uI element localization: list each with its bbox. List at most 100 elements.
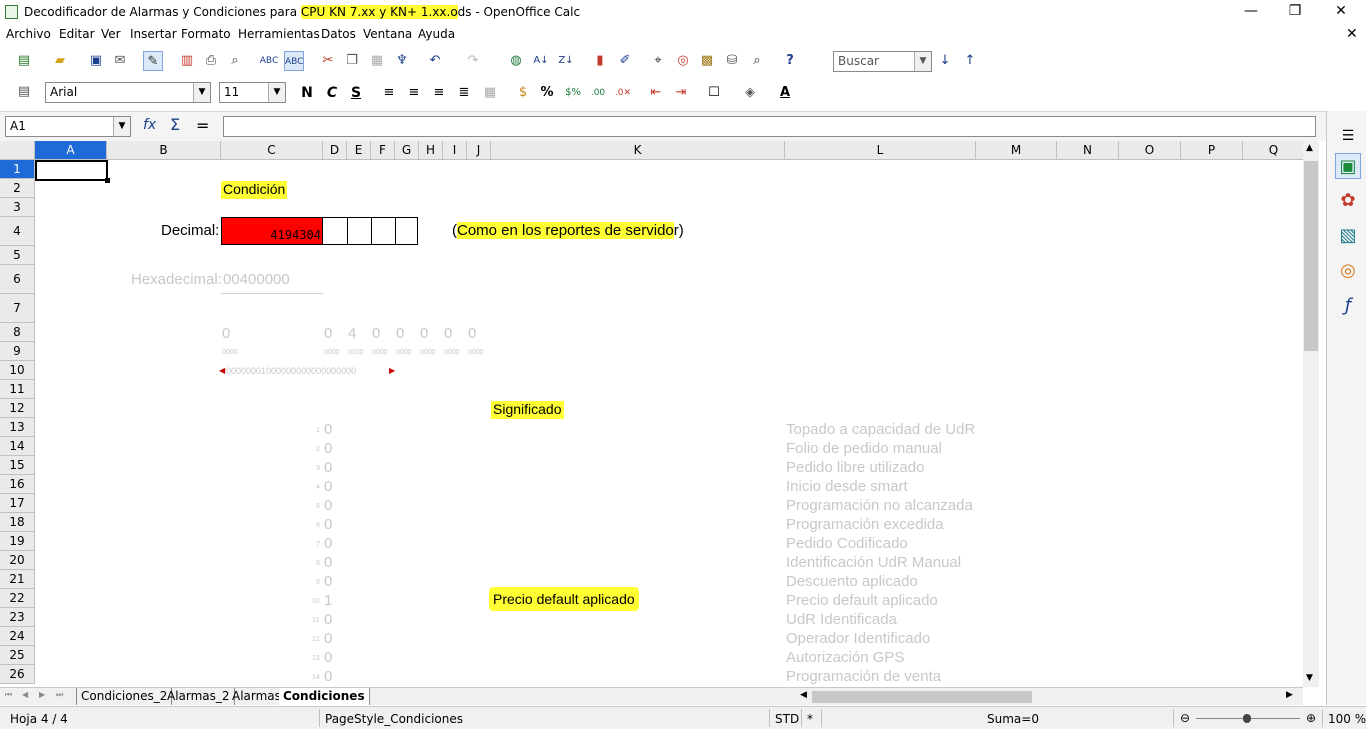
horizontal-scroll-thumb[interactable]	[812, 691, 1032, 703]
vertical-scroll-thumb[interactable]	[1304, 161, 1318, 351]
scroll-down-icon[interactable]: ▼	[1306, 673, 1313, 683]
chevron-down-icon[interactable]: ▼	[914, 52, 931, 71]
scroll-left-icon[interactable]: ◀	[800, 690, 807, 700]
menu-archivo[interactable]: Archivo	[6, 27, 51, 41]
font-size-combo[interactable]: 11 ▼	[219, 82, 286, 103]
decrease-indent-icon[interactable]: ⇤	[646, 83, 666, 103]
properties-icon[interactable]: ▣	[1335, 153, 1361, 179]
open-folder-icon[interactable]: ▰	[50, 51, 70, 71]
menu-editar[interactable]: Editar	[59, 27, 95, 41]
print-icon[interactable]: ⎙	[201, 51, 221, 71]
merge-cells-icon[interactable]: ▦	[480, 83, 500, 103]
delete-decimal-icon[interactable]: .0✕	[613, 83, 633, 103]
underline-button[interactable]: S	[346, 83, 366, 103]
scroll-up-icon[interactable]: ▲	[1306, 143, 1313, 153]
column-header-f[interactable]: F	[371, 141, 395, 160]
row-header[interactable]: 19	[0, 532, 35, 551]
menu-datos[interactable]: Datos	[321, 27, 356, 41]
sort-ascending-icon[interactable]: A↓	[531, 51, 551, 71]
column-header-g[interactable]: G	[395, 141, 419, 160]
help-icon[interactable]: ?	[780, 51, 800, 71]
background-color-icon[interactable]: ◈	[740, 83, 760, 103]
row-header[interactable]: 3	[0, 198, 35, 217]
row-header[interactable]: 17	[0, 494, 35, 513]
edit-file-icon[interactable]: ✎	[143, 51, 163, 71]
select-all-corner[interactable]	[0, 141, 35, 160]
column-header-j[interactable]: J	[467, 141, 491, 160]
row-header[interactable]: 22	[0, 589, 35, 608]
name-box[interactable]: A1 ▼	[5, 116, 131, 137]
row-header[interactable]: 13	[0, 418, 35, 437]
borders-icon[interactable]: ☐	[704, 83, 724, 103]
data-sources-icon[interactable]: ⛁	[722, 51, 742, 71]
redo-icon[interactable]: ↷	[463, 51, 483, 71]
column-header-e[interactable]: E	[347, 141, 371, 160]
restore-button[interactable]: ❐	[1272, 0, 1318, 24]
formula-input[interactable]	[223, 116, 1316, 137]
paste-icon[interactable]: ▦	[367, 51, 387, 71]
italic-button[interactable]: C	[322, 83, 342, 103]
fill-handle[interactable]	[105, 178, 110, 183]
standard-format-icon[interactable]: $%	[563, 83, 583, 103]
previous-sheet-icon[interactable]: ◀	[22, 690, 28, 699]
column-header-h[interactable]: H	[419, 141, 443, 160]
selection-sum[interactable]: Suma=0	[987, 712, 1039, 726]
sort-descending-icon[interactable]: Z↓	[556, 51, 576, 71]
row-header[interactable]: 25	[0, 646, 35, 665]
column-header-q[interactable]: Q	[1243, 141, 1303, 160]
menu-herramientas[interactable]: Herramientas	[238, 27, 320, 41]
sum-icon[interactable]: Σ	[170, 115, 180, 134]
chevron-down-icon[interactable]: ▼	[193, 83, 210, 102]
save-icon[interactable]: ▣	[86, 51, 106, 71]
tab-alarmas[interactable]: Alarmas	[228, 688, 286, 705]
email-icon[interactable]: ✉	[110, 51, 130, 71]
row-header[interactable]: 16	[0, 475, 35, 494]
last-sheet-icon[interactable]: ⏭	[56, 690, 63, 700]
align-right-icon[interactable]: ≡	[429, 83, 449, 103]
justify-icon[interactable]: ≣	[454, 83, 474, 103]
spellcheck-icon[interactable]: ABC	[259, 51, 279, 71]
column-header-l[interactable]: L	[785, 141, 976, 160]
horizontal-scrollbar[interactable]: ◀ ▶	[798, 690, 1303, 704]
zoom-level[interactable]: 100 %	[1328, 712, 1366, 726]
row-header[interactable]: 2	[0, 179, 35, 198]
cut-icon[interactable]: ✂	[318, 51, 338, 71]
tab-condiciones-2[interactable]: Condiciones_2	[76, 688, 173, 705]
row-header[interactable]: 4	[0, 217, 35, 246]
column-header-d[interactable]: D	[323, 141, 347, 160]
row-header[interactable]: 21	[0, 570, 35, 589]
row-header[interactable]: 18	[0, 513, 35, 532]
format-paintbrush-icon[interactable]: ♆	[392, 51, 412, 71]
add-decimal-icon[interactable]: .00	[588, 83, 608, 103]
close-button[interactable]: ✕	[1318, 0, 1364, 24]
currency-format-icon[interactable]: $	[513, 83, 533, 103]
hyperlink-icon[interactable]: ◍	[506, 51, 526, 71]
styles-formatting-icon[interactable]: ✿	[1335, 188, 1361, 214]
menu-formato[interactable]: Formato	[181, 27, 231, 41]
zoom-slider-thumb[interactable]	[1243, 714, 1251, 723]
row-header[interactable]: 7	[0, 294, 35, 323]
font-color-icon[interactable]: A	[775, 83, 795, 103]
column-header-o[interactable]: O	[1119, 141, 1181, 160]
copy-icon[interactable]: ❐	[342, 51, 362, 71]
page-style[interactable]: PageStyle_Condiciones	[325, 712, 463, 726]
print-preview-icon[interactable]: ⌕	[225, 51, 245, 71]
next-sheet-icon[interactable]: ▶	[39, 690, 45, 699]
close-document-button[interactable]: ✕	[1346, 26, 1358, 42]
new-document-icon[interactable]: ▤	[14, 51, 34, 71]
menu-insertar[interactable]: Insertar	[130, 27, 177, 41]
search-combo[interactable]: Buscar ▼	[833, 51, 932, 72]
chart-icon[interactable]: ▮	[590, 51, 610, 71]
column-header-k[interactable]: K	[491, 141, 785, 160]
row-header[interactable]: 1	[0, 160, 35, 179]
show-draw-functions-icon[interactable]: ✐	[615, 51, 635, 71]
bold-button[interactable]: N	[297, 83, 317, 103]
align-center-icon[interactable]: ≡	[404, 83, 424, 103]
chevron-down-icon[interactable]: ▼	[268, 83, 285, 102]
row-header[interactable]: 24	[0, 627, 35, 646]
sidebar-menu-icon[interactable]: ☰	[1335, 123, 1361, 149]
navigator-icon[interactable]: ◎	[1335, 258, 1361, 284]
align-left-icon[interactable]: ≡	[379, 83, 399, 103]
tab-condiciones[interactable]: Condiciones	[279, 688, 370, 705]
function-wizard-icon[interactable]: fx	[143, 117, 156, 133]
